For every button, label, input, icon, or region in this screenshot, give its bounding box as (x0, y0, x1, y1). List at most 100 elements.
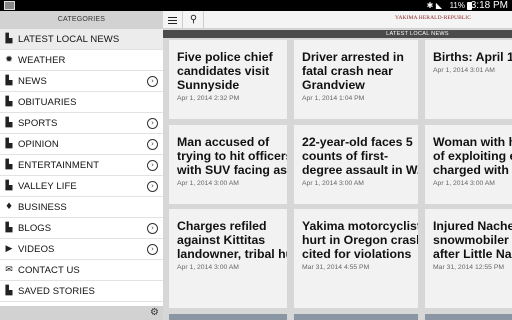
news-icon: ▙ (5, 139, 13, 149)
story-headline-line: with SUV facing ass... (177, 163, 287, 177)
sidebar-item[interactable]: ✉ CONTACT US (0, 260, 163, 281)
story-card[interactable]: Man accused of trying to hit officers with… (169, 125, 287, 204)
story-card[interactable]: Charges refiled against Kittitas landowner… (169, 209, 287, 308)
story-headline-line: Driver arrested in (302, 50, 404, 64)
search-icon: ⚲ (189, 14, 198, 25)
expand-arrow-icon[interactable]: › (147, 76, 158, 87)
sidebar-header: CATEGORIES (0, 11, 163, 29)
sidebar-item-label: LATEST LOCAL NEWS (18, 33, 120, 45)
connectivity-icons: ✱ ◣ (427, 0, 442, 11)
story-date: Apr 1, 2014 3:01 AM (433, 67, 495, 74)
sidebar-item[interactable]: ▙ OBITUARIES (0, 92, 163, 113)
sidebar-item[interactable]: ▙ NEWS › (0, 71, 163, 92)
story-headline-line: Yakima motorcyclist (302, 219, 418, 233)
story-headline-line: Woman with his (433, 135, 512, 149)
story-headline-line: 22-year-old faces 5 (302, 135, 413, 149)
news-icon: ▙ (5, 181, 13, 191)
wifi-icon: ◣ (435, 1, 442, 10)
sidebar-item-label: SPORTS (18, 117, 58, 129)
sidebar-item-label: OBITUARIES (18, 96, 77, 108)
story-thumbnail (169, 314, 287, 320)
story-headline-line: of exploiting eld (433, 149, 512, 163)
battery-percent: 11% (449, 1, 465, 10)
expand-arrow-icon[interactable]: › (147, 160, 158, 171)
news-icon: ▙ (5, 97, 13, 107)
settings-gear-icon[interactable]: ⚙ (150, 307, 159, 319)
sidebar-item-label: BUSINESS (18, 201, 67, 213)
sidebar-item-label: SAVED STORIES (18, 285, 95, 297)
story-date: Apr 1, 2014 3:00 AM (177, 180, 239, 187)
sidebar-item-label: VALLEY LIFE (18, 180, 77, 192)
story-headline-line: Births: April 1, 2 (433, 50, 512, 64)
sidebar-item[interactable]: ▙ VALLEY LIFE › (0, 176, 163, 197)
sidebar-item[interactable]: ▙ SPORTS › (0, 113, 163, 134)
story-headline-line: against Kittitas (177, 233, 266, 247)
sidebar-item[interactable]: ▙ OPINION › (0, 134, 163, 155)
sidebar-item[interactable]: ▙ LATEST LOCAL NEWS (0, 29, 163, 50)
sidebar-item[interactable]: ▙ BLOGS › (0, 218, 163, 239)
story-card[interactable]: 22-year-old faces 5 counts of first-degre… (294, 125, 418, 204)
story-thumbnail (425, 314, 512, 320)
sidebar-item[interactable]: ▶ VIDEOS › (0, 239, 163, 260)
story-card[interactable]: Injured Nachessnowmobiler recoafter Litt… (425, 209, 512, 308)
sidebar-item-label: VIDEOS (18, 243, 55, 255)
sidebar-item-label: OPINION (18, 138, 59, 150)
video-icon: ▶ (5, 244, 13, 254)
story-headline-line: Charges refiled (177, 219, 267, 233)
story-headline-line: Grandview (302, 78, 365, 92)
story-date: Apr 1, 2014 2:32 PM (177, 95, 240, 102)
menu-button[interactable] (163, 11, 183, 29)
search-button[interactable]: ⚲ (184, 11, 204, 29)
speech-bubble-icon: ✉ (5, 265, 13, 275)
story-headline-line: after Little Nache (433, 247, 512, 261)
story-card[interactable]: Yakima motorcyclist hurt in Oregon crash c… (294, 209, 418, 308)
story-date: Apr 1, 2014 3:00 AM (302, 180, 364, 187)
story-card[interactable]: Five police chief candidates visit Sunnysi… (169, 40, 287, 119)
money-bag-icon: ♦ (4, 202, 14, 212)
news-icon: ▙ (5, 286, 13, 296)
sidebar-item-label: BLOGS (18, 222, 52, 234)
story-date: Mar 31, 2014 12:55 PM (433, 264, 505, 271)
expand-arrow-icon[interactable]: › (147, 244, 158, 255)
category-list: ▙ LATEST LOCAL NEWS ✹ WEATHER ▙ NEWS › ▙ OBITUAR… (0, 29, 163, 302)
story-headline-line: Man accused of (177, 135, 270, 149)
news-icon: ▙ (5, 118, 13, 128)
story-headline-line: landowner, tribal hu... (177, 247, 287, 261)
sidebar-item[interactable]: ▙ ENTERTAINMENT › (0, 155, 163, 176)
section-title: LATEST LOCAL NEWS (163, 30, 512, 38)
story-thumbnail (294, 314, 418, 320)
story-card[interactable]: Births: April 1, 2 Apr 1, 2014 3:01 AM (425, 40, 512, 119)
news-icon: ▙ (5, 76, 13, 86)
masthead-logo[interactable]: YAKIMA HERALD-REPUBLIC (395, 15, 471, 21)
news-icon: ▙ (5, 34, 13, 44)
expand-arrow-icon[interactable]: › (147, 139, 158, 150)
story-headline-line: trying to hit officers (177, 149, 287, 163)
story-date: Apr 1, 2014 1:04 PM (302, 95, 365, 102)
story-headline-line: charged with for (433, 163, 512, 177)
news-icon: ▙ (5, 223, 13, 233)
sidebar-item-label: ENTERTAINMENT (18, 159, 100, 171)
expand-arrow-icon[interactable]: › (147, 223, 158, 234)
sidebar-item[interactable]: ♦ BUSINESS (0, 197, 163, 218)
categories-sidebar: CATEGORIES ▙ LATEST LOCAL NEWS ✹ WEATHER ▙ NE… (0, 11, 163, 320)
story-date: Apr 1, 2014 3:00 AM (433, 180, 495, 187)
sun-icon: ✹ (5, 55, 13, 65)
top-toolbar: ⚲ YAKIMA HERALD-REPUBLIC (163, 11, 512, 29)
story-date: Mar 31, 2014 4:55 PM (302, 264, 370, 271)
expand-arrow-icon[interactable]: › (147, 181, 158, 192)
notification-icon (4, 1, 15, 10)
story-card[interactable]: Woman with hisof exploiting eldcharged w… (425, 125, 512, 204)
clock: 3:18 PM (470, 0, 508, 11)
story-card[interactable]: Driver arrested in fatal crash near Grandv… (294, 40, 418, 119)
sidebar-item-label: WEATHER (18, 54, 66, 66)
story-date: Apr 1, 2014 3:00 AM (177, 264, 239, 271)
sidebar-item-label: CONTACT US (18, 264, 80, 276)
sidebar-item[interactable]: ✹ WEATHER (0, 50, 163, 71)
story-headline-line: counts of first- (302, 149, 389, 163)
story-headline-line: degree assault in W... (302, 163, 418, 177)
story-headline-line: fatal crash near (302, 64, 393, 78)
expand-arrow-icon[interactable]: › (147, 118, 158, 129)
news-feed: ⚲ YAKIMA HERALD-REPUBLIC LATEST LOCAL NE… (163, 11, 512, 320)
sidebar-item[interactable]: ▙ SAVED STORIES (0, 281, 163, 302)
bluetooth-icon: ✱ (426, 1, 434, 10)
